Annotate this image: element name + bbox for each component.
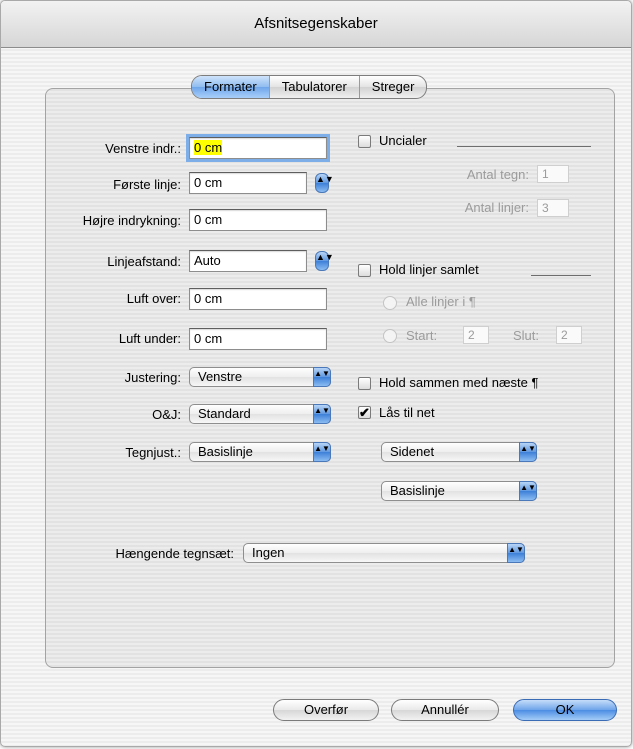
venstre-indr-field[interactable]: 0 cm [186,134,330,162]
alle-linjer-label: Alle linjer i ¶ [406,294,476,309]
chevron-updown-icon: ▲▼ [507,543,525,563]
hojre-indrykning-field[interactable]: 0 cm [189,209,327,231]
hold-linjer-divider [531,275,591,276]
laas-til-net-label: Lås til net [379,405,435,420]
antal-tegn-field[interactable]: 1 [537,165,569,183]
justering-popup[interactable]: Venstre ▲▼ [189,367,331,387]
laas-til-net-checkbox[interactable]: ✔ [358,406,371,419]
justering-label: Justering: [124,370,181,385]
haengende-label: Hængende tegnsæt: [115,546,234,561]
uncialer-label: Uncialer [379,133,427,148]
oj-value: Standard [198,406,251,421]
forste-linje-stepper[interactable]: ▲▼ [315,173,334,193]
dialog-window: Afsnitsegenskaber Formater Tabulatorer S… [0,0,632,747]
uncialer-checkbox[interactable] [358,135,371,148]
linjeafstand-label: Linjeafstand: [107,254,181,269]
window-title: Afsnitsegenskaber [254,15,378,32]
forste-linje-field[interactable]: 0 cm [189,172,307,194]
ok-button[interactable]: OK [513,699,617,721]
antal-linjer-label: Antal linjer: [464,200,529,215]
chevron-updown-icon: ▲▼ [519,442,537,462]
luft-over-field[interactable]: 0 cm [189,288,327,310]
basislinje-popup[interactable]: Basislinje ▲▼ [381,481,537,501]
chevron-updown-icon: ▲▼ [313,367,331,387]
basislinje-value: Basislinje [390,483,445,498]
haengende-popup[interactable]: Ingen ▲▼ [243,543,525,563]
tab-formater[interactable]: Formater [192,76,270,98]
tab-streger[interactable]: Streger [360,76,427,98]
linjeafstand-stepper[interactable]: ▲▼ [315,251,334,271]
annuller-button[interactable]: Annullér [391,699,499,721]
tegnjust-label: Tegnjust.: [125,445,181,460]
luft-under-label: Luft under: [118,331,181,346]
forste-linje-label: Første linje: [113,177,181,192]
hold-linjer-label: Hold linjer samlet [379,262,479,277]
luft-over-label: Luft over: [126,291,181,306]
luft-under-field[interactable]: 0 cm [189,328,327,350]
justering-value: Venstre [198,369,243,384]
sidenet-popup[interactable]: Sidenet ▲▼ [381,442,537,462]
tab-tabulatorer[interactable]: Tabulatorer [270,76,360,98]
oj-label: O&J: [152,407,181,422]
overfor-button[interactable]: Overfør [273,699,379,721]
haengende-value: Ingen [252,545,285,560]
linjeafstand-field[interactable]: Auto [189,250,307,272]
antal-linjer-field[interactable]: 3 [537,199,569,217]
venstre-indr-value: 0 cm [194,140,223,155]
alle-linjer-radio[interactable] [383,296,397,310]
chevron-updown-icon: ▲▼ [313,404,331,424]
hold-sammen-label: Hold sammen med næste ¶ [379,375,539,390]
chevron-updown-icon: ▲▼ [519,481,537,501]
hold-sammen-checkbox[interactable] [358,377,371,390]
sidenet-value: Sidenet [390,444,435,459]
chevron-updown-icon: ▲▼ [313,442,331,462]
start-label: Start: [406,328,438,343]
start-radio[interactable] [383,329,397,343]
hojre-indrykning-label: Højre indrykning: [82,213,181,228]
uncialer-divider [457,146,591,147]
oj-popup[interactable]: Standard ▲▼ [189,404,331,424]
start-field[interactable]: 2 [463,326,489,344]
slut-label: Slut: [513,328,540,343]
antal-tegn-label: Antal tegn: [466,167,529,182]
tab-bar: Formater Tabulatorer Streger [191,75,428,99]
tegnjust-value: Basislinje [198,444,253,459]
slut-field[interactable]: 2 [556,326,582,344]
hold-linjer-checkbox[interactable] [358,264,371,277]
checkmark-icon: ✔ [359,405,370,420]
title-bar[interactable]: Afsnitsegenskaber [1,1,631,48]
venstre-indr-label: Venstre indr.: [105,141,181,156]
tegnjust-popup[interactable]: Basislinje ▲▼ [189,442,331,462]
